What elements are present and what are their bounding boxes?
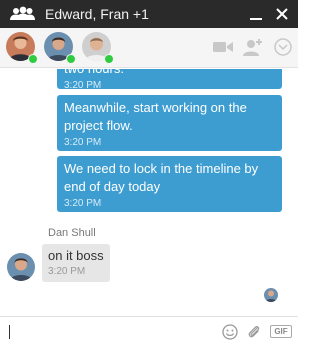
text-caret	[9, 325, 10, 339]
attach-button[interactable]	[246, 324, 262, 340]
message-input[interactable]	[12, 322, 212, 342]
participant-avatar-1[interactable]	[6, 32, 38, 64]
message-time: 3:20 PM	[64, 80, 102, 91]
more-options-icon	[274, 38, 292, 56]
online-status-badge	[104, 54, 114, 64]
more-options-button[interactable]	[272, 36, 294, 58]
chat-titlebar: Edward, Fran +1	[0, 0, 298, 28]
add-person-icon	[243, 39, 262, 56]
message-list[interactable]: two hours. 3:20 PM Meanwhile, start work…	[0, 69, 298, 315]
minimize-icon	[250, 18, 262, 20]
online-status-badge	[66, 54, 76, 64]
add-person-button[interactable]	[242, 36, 264, 58]
video-call-button[interactable]	[212, 36, 234, 58]
close-button[interactable]	[272, 4, 292, 24]
outgoing-message: Meanwhile, start working on the project …	[57, 95, 282, 151]
chat-title: Edward, Fran +1	[45, 6, 149, 22]
message-composer: GIF	[0, 316, 298, 346]
incoming-message: on it boss 3:20 PM	[42, 244, 110, 282]
message-text: on it boss	[48, 248, 104, 263]
message-text: Meanwhile, start working on the project …	[64, 100, 247, 133]
participant-avatar-2[interactable]	[44, 32, 76, 64]
outgoing-message: We need to lock in the timeline by end o…	[57, 156, 282, 212]
online-status-badge	[28, 54, 38, 64]
close-icon	[276, 8, 288, 20]
emoji-button[interactable]	[222, 324, 238, 340]
emoji-icon	[222, 324, 238, 340]
participant-avatar-3[interactable]	[82, 32, 114, 64]
outgoing-message: two hours. 3:20 PM	[57, 69, 282, 91]
minimize-button[interactable]	[246, 4, 266, 24]
conversation-actions	[204, 36, 294, 58]
message-text: We need to lock in the timeline by end o…	[64, 161, 259, 194]
paperclip-icon	[248, 326, 260, 338]
gif-button[interactable]: GIF	[270, 325, 292, 338]
message-text: two hours.	[64, 69, 275, 78]
message-time: 3:20 PM	[48, 266, 86, 277]
sender-name: Dan Shull	[48, 227, 96, 239]
sender-avatar[interactable]	[7, 253, 35, 281]
message-time: 3:20 PM	[64, 198, 102, 209]
group-icon	[9, 6, 35, 22]
participants-bar	[0, 28, 298, 68]
read-receipt-avatar	[264, 288, 278, 302]
video-camera-icon	[213, 42, 233, 52]
message-time: 3:20 PM	[64, 137, 102, 148]
